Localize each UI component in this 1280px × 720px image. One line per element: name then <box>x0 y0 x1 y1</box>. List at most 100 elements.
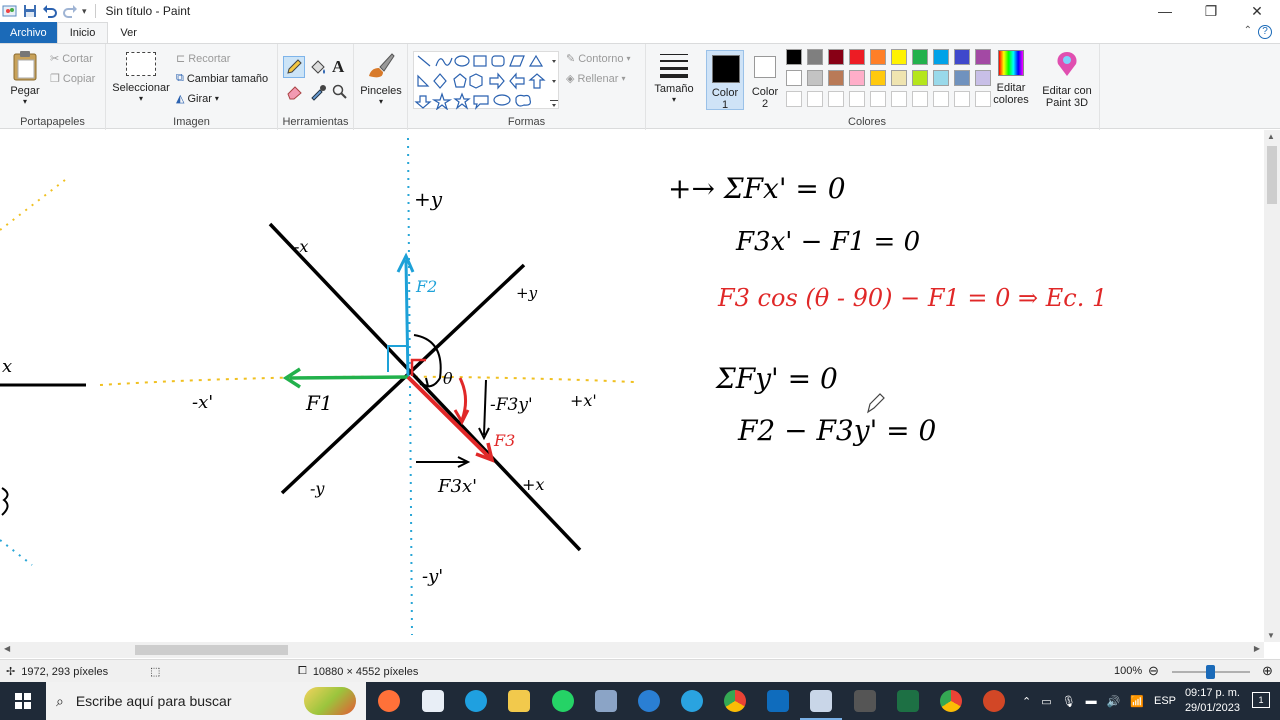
zoom-slider-thumb[interactable] <box>1206 665 1215 679</box>
start-button[interactable] <box>0 682 46 720</box>
eraser-icon[interactable] <box>286 84 304 100</box>
chrome-icon[interactable] <box>724 690 746 712</box>
palette-swatch[interactable] <box>912 70 928 86</box>
close-button[interactable]: ✕ <box>1234 0 1280 22</box>
help-icon[interactable]: ? <box>1258 25 1272 39</box>
size-button[interactable]: Tamaño ▾ <box>652 50 696 104</box>
palette-swatch[interactable] <box>975 70 991 86</box>
text-tool-icon[interactable]: A <box>332 57 344 77</box>
palette-swatch[interactable] <box>849 49 865 65</box>
outlook-icon[interactable] <box>767 690 789 712</box>
palette-swatch[interactable] <box>933 49 949 65</box>
size-dropdown-icon[interactable]: ▾ <box>652 95 696 104</box>
whatsapp-icon[interactable] <box>552 690 574 712</box>
taskbar-search[interactable]: ⌕ Escribe aquí para buscar <box>46 682 366 720</box>
palette-swatch[interactable] <box>912 49 928 65</box>
crop-button[interactable]: ⊏ Recortar <box>176 52 230 66</box>
snipping-tool-icon[interactable] <box>595 690 617 712</box>
customize-qat-chevron-icon[interactable]: ▾ <box>82 6 87 17</box>
app-icon[interactable] <box>638 690 660 712</box>
undo-icon[interactable] <box>42 3 58 19</box>
paste-button[interactable]: Pegar ▾ <box>6 50 44 106</box>
fill-bucket-icon[interactable] <box>308 57 328 77</box>
save-icon[interactable] <box>22 3 38 19</box>
fill-button[interactable]: ◈ Rellenar ▾ <box>566 72 625 86</box>
firefox-icon[interactable] <box>378 690 400 712</box>
select-dropdown-icon[interactable]: ▾ <box>112 94 170 103</box>
palette-swatch[interactable] <box>891 70 907 86</box>
search-highlight-image[interactable] <box>304 687 356 715</box>
cut-button[interactable]: ✂ Cortar <box>50 52 93 66</box>
palette-swatch[interactable] <box>891 49 907 65</box>
resize-button[interactable]: ⧉ Cambiar tamaño <box>176 72 268 85</box>
palette-swatch[interactable] <box>954 49 970 65</box>
brushes-dropdown-icon[interactable]: ▾ <box>360 97 402 106</box>
brushes-button[interactable]: Pinceles ▾ <box>360 50 402 106</box>
vertical-scrollbar[interactable]: ▲ ▼ <box>1264 130 1280 642</box>
clock[interactable]: 09:17 p. m. 29/01/2023 <box>1185 686 1240 716</box>
color2-button[interactable]: Color 2 <box>748 50 782 110</box>
file-icon[interactable] <box>422 690 444 712</box>
palette-swatch[interactable] <box>828 49 844 65</box>
paste-dropdown-icon[interactable]: ▾ <box>6 97 44 106</box>
palette-swatch[interactable] <box>807 70 823 86</box>
maximize-button[interactable]: ❐ <box>1188 0 1234 22</box>
edit-paint3d-button[interactable]: Editar con Paint 3D <box>1038 50 1096 109</box>
palette-custom-swatch[interactable] <box>807 91 823 107</box>
zoom-in-button[interactable]: ⊕ <box>1262 663 1273 679</box>
scroll-left-icon[interactable]: ◀ <box>4 644 10 653</box>
outline-button[interactable]: ✎ Contorno ▾ <box>566 52 631 66</box>
excel-icon[interactable] <box>897 690 919 712</box>
minimize-button[interactable]: — <box>1142 0 1188 22</box>
rotate-button[interactable]: ◭ Girar ▾ <box>176 92 219 106</box>
pencil-tool[interactable] <box>283 56 305 78</box>
microphone-icon[interactable]: 🎙 <box>1062 695 1076 708</box>
scroll-up-icon[interactable]: ▲ <box>1267 132 1275 141</box>
palette-swatch[interactable] <box>807 49 823 65</box>
palette-swatch[interactable] <box>954 70 970 86</box>
scroll-down-icon[interactable]: ▼ <box>1267 631 1275 640</box>
redo-icon[interactable] <box>62 3 78 19</box>
volume-icon[interactable]: 🔊 <box>1107 695 1121 708</box>
tab-inicio[interactable]: Inicio <box>56 22 109 43</box>
scroll-right-icon[interactable]: ▶ <box>1254 644 1260 653</box>
palette-swatch[interactable] <box>828 70 844 86</box>
magnifier-icon[interactable] <box>332 84 348 100</box>
palette-swatch[interactable] <box>849 70 865 86</box>
tab-archivo[interactable]: Archivo <box>0 22 57 43</box>
usb-icon[interactable]: ▭ <box>1041 695 1051 708</box>
palette-custom-swatch[interactable] <box>870 91 886 107</box>
palette-custom-swatch[interactable] <box>975 91 991 107</box>
palette-custom-swatch[interactable] <box>786 91 802 107</box>
color-picker-icon[interactable] <box>309 83 327 101</box>
tab-ver[interactable]: Ver <box>108 22 149 43</box>
drawing-canvas[interactable]: -x +y x -x' F1 F2 F3 θ -F3y' F3x' +y +x … <box>0 130 1264 642</box>
telegram-icon[interactable] <box>681 690 703 712</box>
calculator-icon[interactable] <box>854 690 876 712</box>
network-icon[interactable]: 📶 <box>1130 695 1144 708</box>
notifications-button[interactable]: 1 <box>1252 692 1270 708</box>
palette-custom-swatch[interactable] <box>849 91 865 107</box>
file-explorer-icon[interactable] <box>508 690 530 712</box>
language-indicator[interactable]: ESP <box>1154 695 1176 707</box>
palette-custom-swatch[interactable] <box>912 91 928 107</box>
palette-custom-swatch[interactable] <box>891 91 907 107</box>
battery-icon[interactable]: ▬ <box>1086 695 1097 707</box>
color1-button[interactable]: Color 1 <box>706 50 744 111</box>
horizontal-scroll-thumb[interactable] <box>135 645 288 655</box>
edge-icon[interactable] <box>465 690 487 712</box>
edit-colors-button[interactable]: Editar colores <box>990 50 1032 106</box>
copy-button[interactable]: ❐ Copiar <box>50 72 95 86</box>
palette-swatch[interactable] <box>870 70 886 86</box>
vertical-scroll-thumb[interactable] <box>1267 146 1277 204</box>
palette-swatch[interactable] <box>975 49 991 65</box>
palette-custom-swatch[interactable] <box>954 91 970 107</box>
select-button[interactable]: Seleccionar ▾ <box>112 52 170 103</box>
palette-custom-swatch[interactable] <box>933 91 949 107</box>
paint-taskbar-icon[interactable] <box>810 690 832 712</box>
shapes-gallery[interactable] <box>413 51 559 111</box>
powerpoint-icon[interactable] <box>983 690 1005 712</box>
chrome-profile-icon[interactable] <box>940 690 962 712</box>
palette-swatch[interactable] <box>933 70 949 86</box>
zoom-out-button[interactable]: ⊖ <box>1148 663 1159 679</box>
